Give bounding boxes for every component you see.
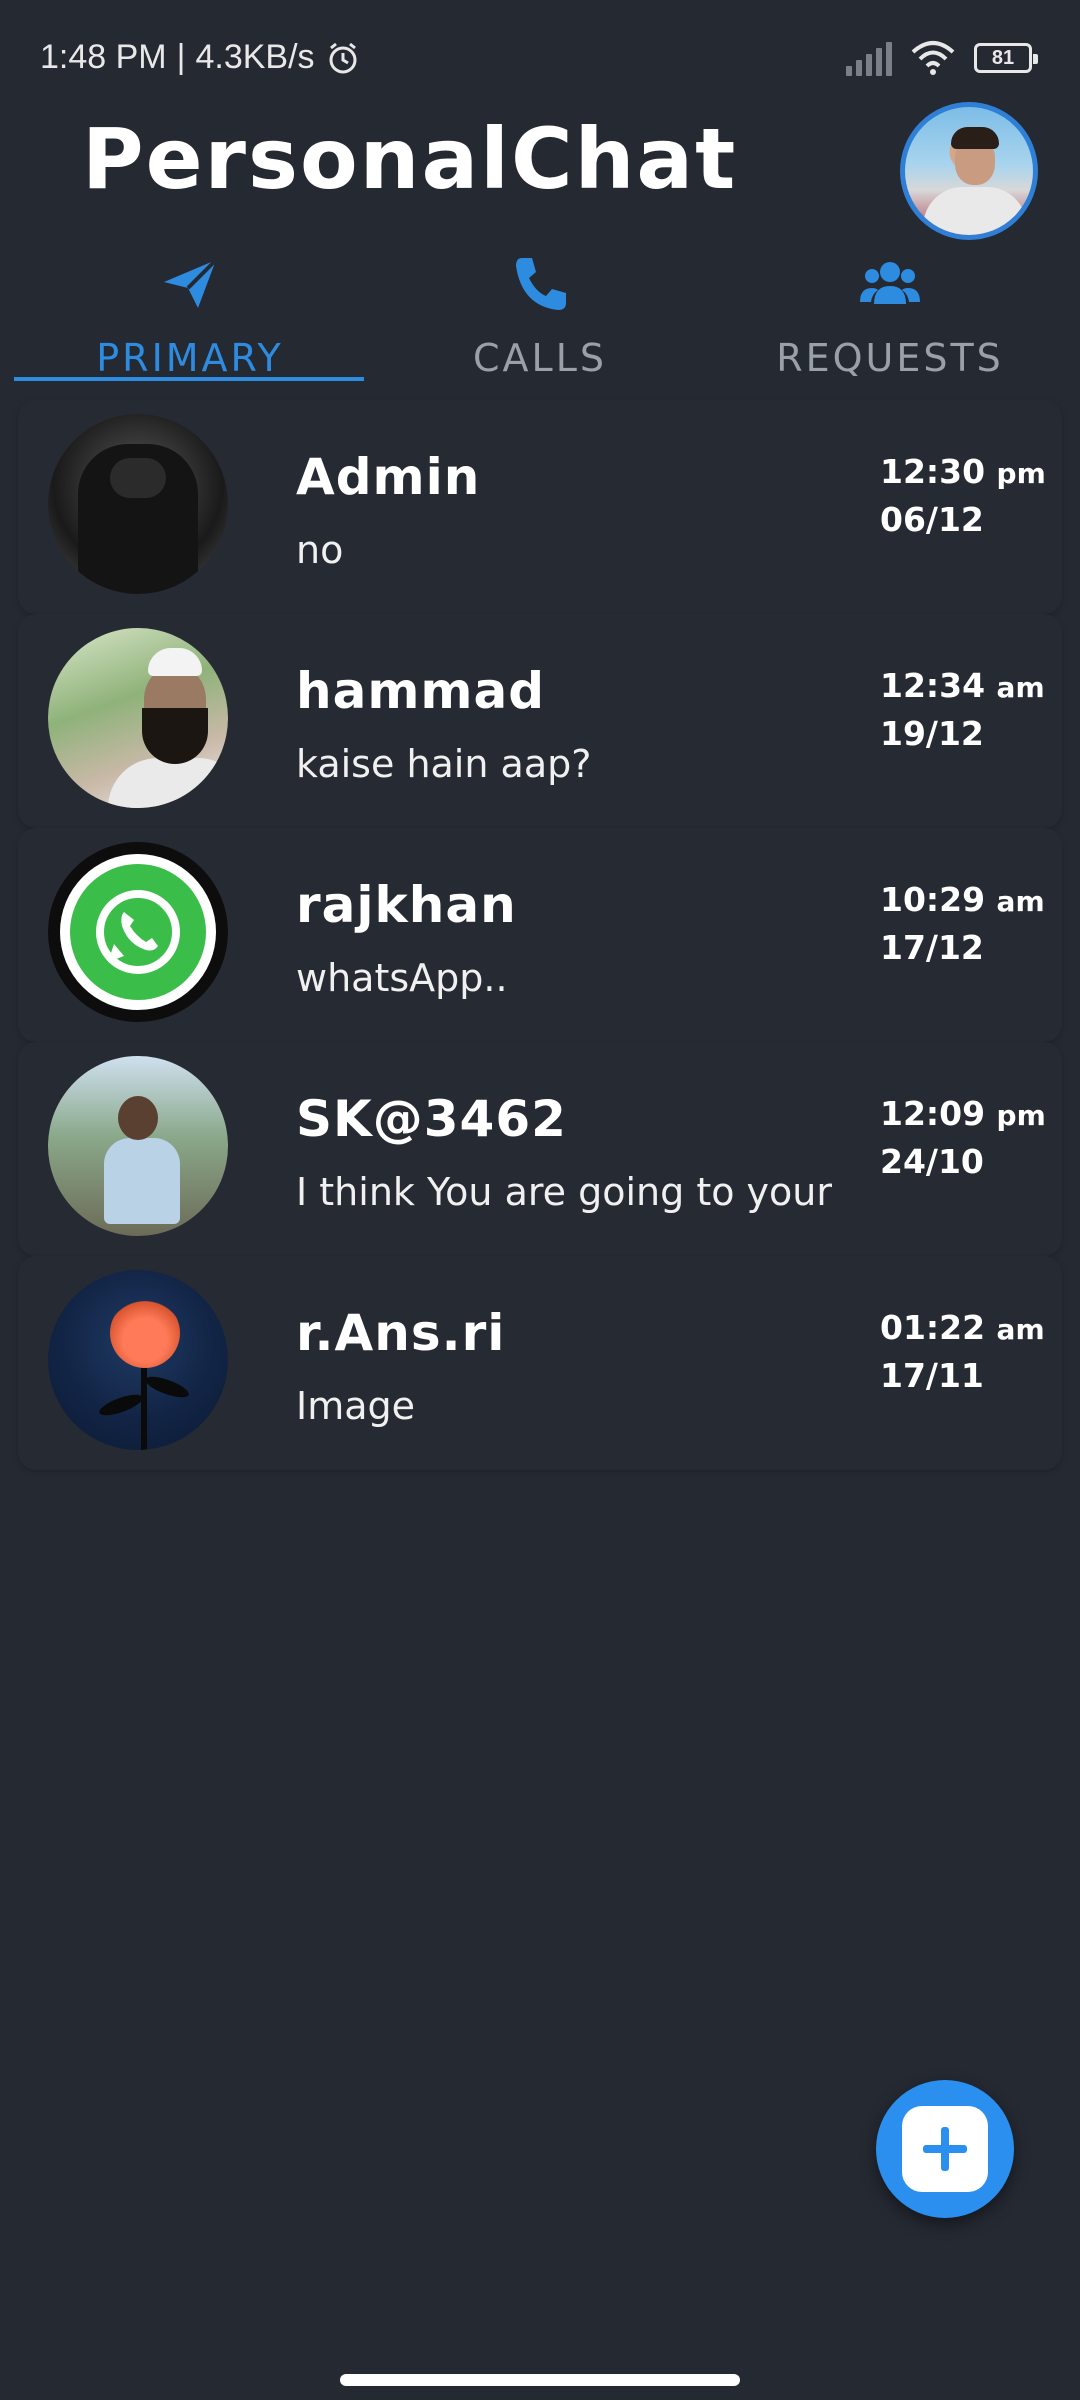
chat-time-ampm: am [996,671,1045,704]
tab-requests-label: REQUESTS [776,336,1004,380]
signal-icon [846,40,892,76]
chat-name: Admin [296,448,481,506]
chat-name: r.Ans.ri [296,1304,506,1362]
chat-time-value: 12:09 [880,1094,986,1133]
active-tab-indicator [14,377,364,381]
whatsapp-icon [96,890,180,974]
chat-last-message: whatsApp.. [296,956,508,1000]
chat-time-ampm: am [996,1313,1045,1346]
avatar [48,628,228,808]
status-right: 81 [846,40,1038,76]
avatar [48,1270,228,1450]
tab-primary[interactable]: PRIMARY [10,240,370,380]
chat-last-message: kaise hain aap? [296,742,592,786]
chat-item-rajkhan[interactable]: rajkhan whatsApp.. 10:29 am 17/12 [18,828,1062,1042]
status-separator: | [176,38,186,76]
chat-time-ampm: pm [996,457,1046,490]
status-time: 1:48 PM [40,38,167,76]
chat-time: 12:30 pm [880,452,1046,491]
app-title: PersonalChat [82,110,738,208]
avatar [48,1056,228,1236]
chat-list: Admin no 12:30 pm 06/12 hammad kaise hai… [18,400,1062,1470]
chat-last-message: Image [296,1384,416,1428]
chat-item-admin[interactable]: Admin no 12:30 pm 06/12 [18,400,1062,614]
chat-time-ampm: am [996,885,1045,918]
chat-date: 17/12 [880,928,984,967]
chat-date: 06/12 [880,500,984,539]
send-icon [164,258,218,308]
alarm-icon [329,42,357,73]
chat-last-message: I think You are going to your [296,1170,832,1214]
chat-name: rajkhan [296,876,517,934]
tab-requests[interactable]: REQUESTS [710,240,1070,380]
chat-item-sk3462[interactable]: SK@3462 I think You are going to your 12… [18,1042,1062,1256]
chat-time-value: 10:29 [880,880,986,919]
chat-time: 10:29 am [880,880,1045,919]
chat-item-hammad[interactable]: hammad kaise hain aap? 12:34 am 19/12 [18,614,1062,828]
phone-icon [516,258,566,310]
status-bar: 1:48 PM | 4.3KB/s 81 [0,0,1080,110]
chat-time: 12:09 pm [880,1094,1046,1133]
users-icon [860,262,920,304]
chat-name: SK@3462 [296,1090,567,1148]
chat-last-message: no [296,528,344,572]
tab-bar: PRIMARY CALLS REQUESTS [0,240,1080,381]
battery-icon: 81 [974,43,1038,73]
chat-date: 24/10 [880,1142,984,1181]
avatar [48,842,228,1022]
status-left: 1:48 PM | 4.3KB/s [40,38,361,77]
wifi-icon [911,41,955,75]
plus-icon [923,2127,967,2171]
home-indicator[interactable] [340,2374,740,2386]
chat-time-ampm: pm [996,1099,1046,1132]
chat-time: 12:34 am [880,666,1045,705]
chat-date: 17/11 [880,1356,984,1395]
tab-primary-label: PRIMARY [96,336,284,380]
chat-date: 19/12 [880,714,984,753]
tab-calls-label: CALLS [473,336,607,380]
chat-time-value: 01:22 [880,1308,986,1347]
new-chat-button[interactable] [876,2080,1014,2218]
chat-time-value: 12:30 [880,452,986,491]
profile-avatar[interactable] [900,102,1038,240]
status-network-speed: 4.3KB/s [195,38,315,76]
battery-level: 81 [991,46,1015,69]
avatar [48,414,228,594]
tab-calls[interactable]: CALLS [360,240,720,380]
fab-inner [902,2106,988,2192]
chat-time-value: 12:34 [880,666,986,705]
chat-item-ransri[interactable]: r.Ans.ri Image 01:22 am 17/11 [18,1256,1062,1470]
chat-time: 01:22 am [880,1308,1045,1347]
chat-name: hammad [296,662,546,720]
